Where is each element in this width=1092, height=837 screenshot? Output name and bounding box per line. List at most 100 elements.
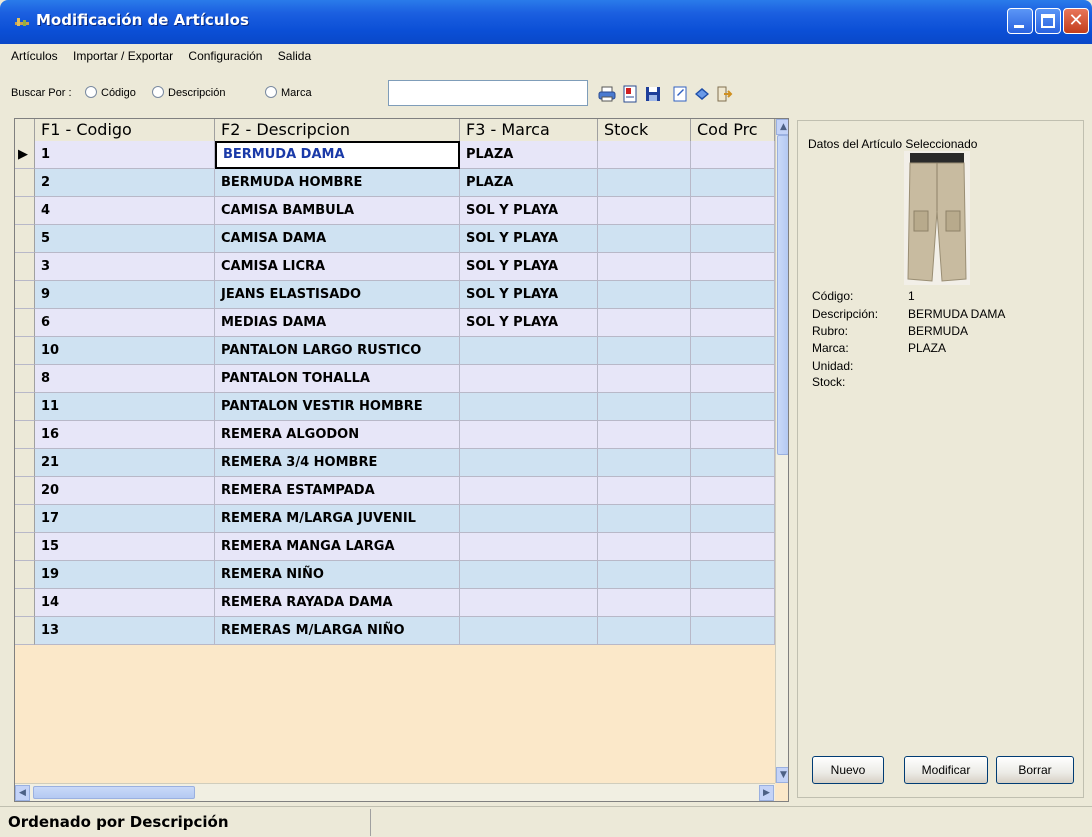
cell-descripcion[interactable]: REMERA M/LARGA JUVENIL [215, 505, 460, 533]
cell-codigo[interactable]: 8 [35, 365, 215, 393]
cell-descripcion[interactable]: PANTALON LARGO RUSTICO [215, 337, 460, 365]
cell-codigo[interactable]: 3 [35, 253, 215, 281]
search-input[interactable] [388, 80, 588, 106]
cell-cod-prc[interactable] [691, 281, 775, 309]
cell-marca[interactable] [460, 421, 598, 449]
cell-codigo[interactable]: 1 [35, 141, 215, 169]
maximize-button[interactable] [1035, 8, 1061, 34]
table-row[interactable]: 21 REMERA 3/4 HOMBRE [15, 449, 775, 477]
row-indicator[interactable] [15, 169, 35, 197]
menu-articulos[interactable]: Artículos [5, 46, 64, 66]
cell-marca[interactable] [460, 449, 598, 477]
radio-codigo[interactable] [85, 86, 97, 98]
row-indicator[interactable] [15, 617, 35, 645]
articles-grid[interactable]: F1 - Codigo F2 - Descripcion F3 - Marca … [14, 118, 789, 802]
vertical-scroll-thumb[interactable] [777, 135, 788, 455]
scroll-left-button[interactable]: ◀ [15, 785, 30, 801]
row-indicator[interactable] [15, 281, 35, 309]
save-icon[interactable] [644, 85, 662, 103]
cell-codigo[interactable]: 9 [35, 281, 215, 309]
cell-stock[interactable] [598, 449, 691, 477]
cell-descripcion[interactable]: PANTALON TOHALLA [215, 365, 460, 393]
scroll-down-button[interactable]: ▼ [776, 767, 788, 783]
cell-cod-prc[interactable] [691, 253, 775, 281]
books-icon[interactable] [693, 85, 711, 103]
table-row[interactable]: 10 PANTALON LARGO RUSTICO [15, 337, 775, 365]
cell-cod-prc[interactable] [691, 225, 775, 253]
radio-marca-label[interactable]: Marca [281, 87, 312, 99]
cell-descripcion[interactable]: REMERA ALGODON [215, 421, 460, 449]
table-row[interactable]: 16 REMERA ALGODON [15, 421, 775, 449]
row-indicator[interactable] [15, 225, 35, 253]
cell-stock[interactable] [598, 365, 691, 393]
cell-marca[interactable] [460, 337, 598, 365]
row-indicator[interactable] [15, 449, 35, 477]
cell-codigo[interactable]: 10 [35, 337, 215, 365]
table-row[interactable]: 9 JEANS ELASTISADO SOL Y PLAYA [15, 281, 775, 309]
cell-marca[interactable]: SOL Y PLAYA [460, 225, 598, 253]
cell-stock[interactable] [598, 617, 691, 645]
printer-icon[interactable] [598, 85, 616, 103]
cell-cod-prc[interactable] [691, 589, 775, 617]
cell-descripcion[interactable]: BERMUDA DAMA [215, 141, 460, 169]
row-indicator[interactable] [15, 197, 35, 225]
cell-stock[interactable] [598, 561, 691, 589]
cell-cod-prc[interactable] [691, 365, 775, 393]
table-row[interactable]: 5 CAMISA DAMA SOL Y PLAYA [15, 225, 775, 253]
cell-cod-prc[interactable] [691, 505, 775, 533]
cell-cod-prc[interactable] [691, 449, 775, 477]
cell-marca[interactable] [460, 393, 598, 421]
table-row[interactable]: 3 CAMISA LICRA SOL Y PLAYA [15, 253, 775, 281]
cell-stock[interactable] [598, 393, 691, 421]
row-indicator[interactable] [15, 589, 35, 617]
horizontal-scroll-thumb[interactable] [33, 786, 195, 799]
cell-marca[interactable]: SOL Y PLAYA [460, 253, 598, 281]
horizontal-scrollbar[interactable]: ◀ ▶ [15, 783, 775, 801]
cell-marca[interactable] [460, 505, 598, 533]
menu-salida[interactable]: Salida [272, 46, 317, 66]
cell-codigo[interactable]: 20 [35, 477, 215, 505]
table-row[interactable]: 15 REMERA MANGA LARGA [15, 533, 775, 561]
minimize-button[interactable] [1007, 8, 1033, 34]
report-icon[interactable] [621, 85, 639, 103]
cell-descripcion[interactable]: CAMISA LICRA [215, 253, 460, 281]
table-row[interactable]: 8 PANTALON TOHALLA [15, 365, 775, 393]
row-indicator[interactable]: ▶ [15, 141, 35, 169]
cell-codigo[interactable]: 11 [35, 393, 215, 421]
cell-descripcion[interactable]: BERMUDA HOMBRE [215, 169, 460, 197]
cell-cod-prc[interactable] [691, 197, 775, 225]
table-row[interactable]: 11 PANTALON VESTIR HOMBRE [15, 393, 775, 421]
cell-codigo[interactable]: 21 [35, 449, 215, 477]
cell-cod-prc[interactable] [691, 617, 775, 645]
table-row[interactable]: 20 REMERA ESTAMPADA [15, 477, 775, 505]
cell-cod-prc[interactable] [691, 309, 775, 337]
cell-cod-prc[interactable] [691, 477, 775, 505]
header-marca[interactable]: F3 - Marca [460, 119, 598, 141]
cell-descripcion[interactable]: JEANS ELASTISADO [215, 281, 460, 309]
cell-stock[interactable] [598, 505, 691, 533]
cell-stock[interactable] [598, 197, 691, 225]
header-codigo[interactable]: F1 - Codigo [35, 119, 215, 141]
table-row[interactable]: ▶ 1 BERMUDA DAMA PLAZA [15, 141, 775, 169]
cell-stock[interactable] [598, 281, 691, 309]
cell-stock[interactable] [598, 225, 691, 253]
cell-descripcion[interactable]: REMERAS M/LARGA NIÑO [215, 617, 460, 645]
table-row[interactable]: 4 CAMISA BAMBULA SOL Y PLAYA [15, 197, 775, 225]
cell-codigo[interactable]: 6 [35, 309, 215, 337]
title-bar[interactable]: Modificación de Artículos ✕ [0, 0, 1092, 44]
table-row[interactable]: 13 REMERAS M/LARGA NIÑO [15, 617, 775, 645]
cell-stock[interactable] [598, 141, 691, 169]
cell-codigo[interactable]: 5 [35, 225, 215, 253]
cell-descripcion[interactable]: MEDIAS DAMA [215, 309, 460, 337]
cell-marca[interactable]: SOL Y PLAYA [460, 281, 598, 309]
cell-descripcion[interactable]: PANTALON VESTIR HOMBRE [215, 393, 460, 421]
radio-codigo-label[interactable]: Código [101, 87, 136, 99]
cell-cod-prc[interactable] [691, 561, 775, 589]
cell-codigo[interactable]: 13 [35, 617, 215, 645]
cell-descripcion[interactable]: REMERA ESTAMPADA [215, 477, 460, 505]
cell-stock[interactable] [598, 337, 691, 365]
exit-icon[interactable] [715, 85, 733, 103]
row-indicator[interactable] [15, 505, 35, 533]
row-indicator[interactable] [15, 477, 35, 505]
row-indicator[interactable] [15, 533, 35, 561]
